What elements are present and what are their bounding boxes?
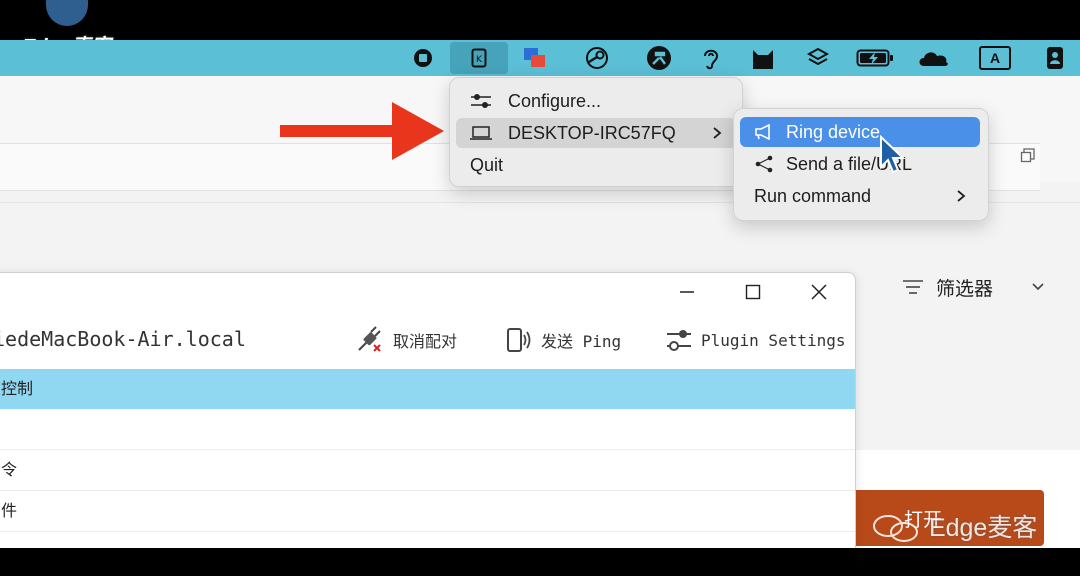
list-item[interactable]: [0, 532, 855, 548]
chevron-right-icon: [713, 127, 722, 139]
menu-bar: K A: [0, 40, 1080, 76]
kdeconnect-icon[interactable]: K: [450, 42, 508, 74]
watermark-bottom: Edge麦客: [872, 508, 1037, 544]
list-item-label: 控制: [1, 379, 34, 398]
screen: 筛选器 打开 iedeMacBook-Air.local 取消配对 发送 Pin…: [0, 40, 1080, 548]
chevron-down-icon[interactable]: [1031, 282, 1045, 292]
maximize-button[interactable]: [733, 275, 773, 309]
input-source-icon[interactable]: A: [978, 44, 1012, 72]
unpair-button[interactable]: 取消配对: [355, 325, 457, 355]
ear-icon[interactable]: [696, 44, 726, 72]
mouse-cursor-icon: [880, 135, 906, 174]
svg-text:K: K: [476, 55, 483, 65]
steam-icon[interactable]: [582, 44, 612, 72]
list-item-label: [0, 419, 1, 438]
menu-item-quit[interactable]: Quit: [456, 150, 736, 180]
menu-item-ring-device[interactable]: Ring device: [740, 117, 980, 147]
list-item-label: 令: [1, 460, 18, 479]
menu-item-device[interactable]: DESKTOP-IRC57FQ: [456, 118, 736, 148]
list-item-label: [0, 542, 1, 548]
watermark-logo: [46, 0, 88, 26]
cat-icon[interactable]: [748, 44, 778, 72]
close-button[interactable]: [799, 275, 839, 309]
list-item[interactable]: 件: [0, 491, 855, 532]
send-ping-button[interactable]: 发送 Ping: [505, 325, 621, 355]
filter-control[interactable]: 筛选器: [902, 272, 1062, 302]
screen-share-icon[interactable]: [520, 44, 550, 72]
list-item[interactable]: 令: [0, 450, 855, 491]
ping-label: 发送 Ping: [541, 332, 622, 351]
tools-icon[interactable]: [644, 44, 674, 72]
quit-label: Quit: [470, 154, 504, 175]
minimize-button[interactable]: [667, 275, 707, 309]
device-name: iedeMacBook-Air.local: [0, 327, 246, 351]
ping-icon: [507, 328, 531, 352]
run-label: Run command: [754, 185, 872, 206]
input-source-label: A: [979, 46, 1011, 70]
list-item-selected[interactable]: 控制: [0, 369, 855, 409]
unpair-label: 取消配对: [393, 332, 458, 351]
menu-item-configure[interactable]: Configure...: [456, 86, 736, 116]
list-item[interactable]: [0, 409, 855, 450]
laptop-icon: [470, 126, 492, 140]
sliders-icon: [667, 330, 691, 351]
plugin-settings-label: Plugin Settings: [701, 330, 846, 350]
sliders-icon: [471, 94, 491, 108]
menu-item-send-file[interactable]: Send a file/URL: [740, 149, 980, 179]
tray-menu: Configure... DESKTOP-IRC57FQ Quit: [449, 77, 743, 187]
unpair-icon: [358, 326, 381, 352]
device-label: DESKTOP-IRC57FQ: [508, 122, 676, 143]
plugin-settings-button[interactable]: Plugin Settings: [665, 325, 846, 355]
annotation-arrow: [280, 102, 444, 160]
ring-label: Ring device: [786, 121, 881, 142]
device-submenu: Ring device Send a file/URL Run command: [733, 108, 989, 221]
share-icon: [755, 155, 773, 173]
list-item-label: 件: [1, 501, 18, 520]
megaphone-icon: [755, 124, 770, 140]
configure-label: Configure...: [508, 90, 602, 111]
menu-item-run-command[interactable]: Run command: [740, 181, 980, 211]
chevron-right-icon: [957, 190, 966, 202]
window-toolbar: iedeMacBook-Air.local 取消配对 发送 Ping Plugi…: [0, 313, 855, 369]
onedrive-icon[interactable]: [916, 44, 952, 72]
watermark-bottom-text: Edge麦客: [928, 514, 1038, 542]
kdeconnect-window: iedeMacBook-Air.local 取消配对 发送 Ping Plugi…: [0, 272, 856, 548]
wechat-icon: [873, 515, 918, 543]
battery-charging-icon[interactable]: [855, 44, 895, 72]
layers-icon[interactable]: [803, 44, 833, 72]
filter-icon: [903, 280, 923, 294]
filter-label: 筛选器: [936, 277, 994, 300]
copy-icon[interactable]: [1020, 148, 1040, 168]
contact-card-icon[interactable]: [1040, 44, 1070, 72]
stop-icon[interactable]: [408, 44, 438, 72]
